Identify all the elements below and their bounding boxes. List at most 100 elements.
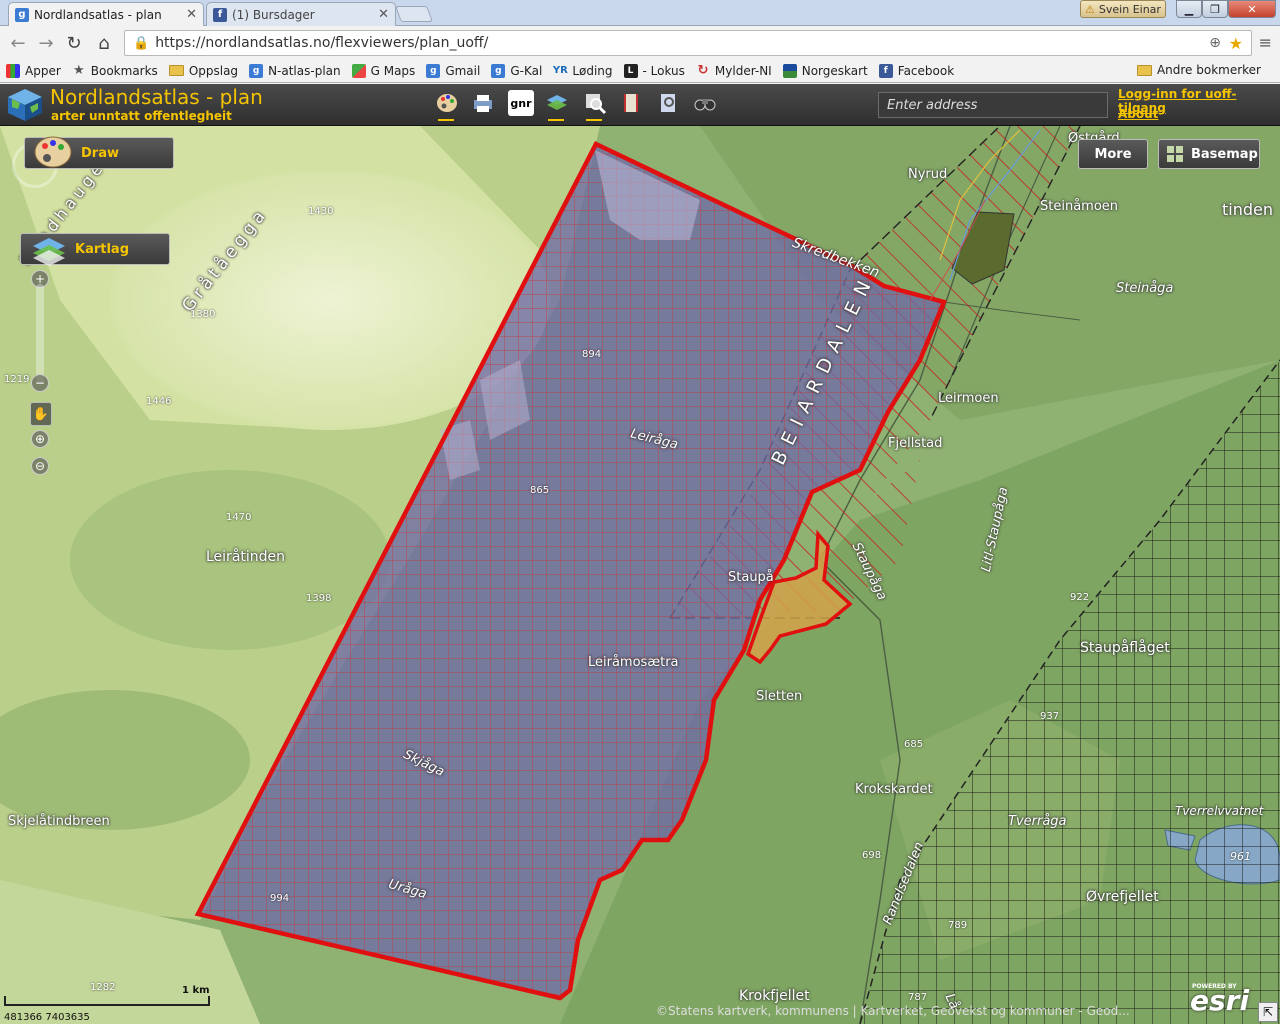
scale-label: 1 km	[182, 985, 210, 996]
bookmark-gmail[interactable]: g Gmail	[426, 63, 481, 78]
more-button[interactable]: More	[1078, 139, 1148, 169]
resize-corner-icon[interactable]: ⇱	[1258, 1002, 1278, 1022]
zoom-slider[interactable]: + −	[28, 270, 52, 480]
spot-height: 937	[1040, 711, 1060, 722]
g-icon: g	[426, 63, 441, 78]
tab-title: Nordlandsatlas - plan	[34, 7, 162, 22]
bookmark-label: Gmail	[445, 63, 481, 78]
place-label: Leiråmosætra	[588, 655, 679, 670]
bookmark-label: Bookmarks	[90, 63, 158, 78]
browser-toolbar: ← → ↻ ⌂ 🔒 https://nordlandsatlas.no/flex…	[0, 27, 1280, 59]
zoom-in-tool-icon[interactable]: ⊕	[31, 430, 49, 448]
bookmark-g-maps[interactable]: G Maps	[351, 63, 415, 78]
browser-titlebar: g Nordlandsatlas - plan ✕ f (1) Bursdage…	[0, 0, 1280, 26]
browser-menu-icon[interactable]: ≡	[1259, 33, 1272, 52]
book-icon[interactable]	[618, 90, 644, 116]
bookmark-loding[interactable]: YR Løding	[553, 64, 613, 78]
bookmark-norgeskart[interactable]: Norgeskart	[782, 63, 868, 78]
user-profile-badge[interactable]: ⚠ Svein Einar	[1080, 0, 1166, 18]
spot-height: 1380	[190, 309, 216, 320]
maximize-button[interactable]: ❐	[1202, 0, 1228, 18]
gnr-label: gnr	[510, 96, 532, 110]
close-tab-icon[interactable]: ✕	[378, 7, 389, 22]
close-tab-icon[interactable]: ✕	[186, 7, 197, 22]
palette-icon[interactable]	[434, 90, 460, 121]
about-link[interactable]: About	[1118, 107, 1158, 121]
pan-hand-icon[interactable]: ✋	[30, 402, 52, 426]
spot-height: 865	[530, 485, 550, 496]
place-label: Øvrefjellet	[1086, 889, 1159, 905]
bookmark-star-icon[interactable]: ★	[1229, 34, 1243, 53]
lock-icon: 🔒	[133, 35, 150, 51]
g-icon: g	[249, 63, 264, 78]
bookmark-label: N-atlas-plan	[268, 63, 341, 78]
kartlag-label: Kartlag	[75, 241, 130, 257]
spot-height: 1430	[308, 206, 334, 217]
spot-height: 1282	[90, 982, 116, 993]
new-tab-button[interactable]	[395, 6, 433, 22]
url-text: https://nordlandsatlas.no/flexviewers/pl…	[155, 35, 489, 51]
zoom-track[interactable]	[36, 284, 44, 384]
palette-icon	[31, 132, 75, 172]
spot-height: 961	[1230, 850, 1251, 863]
close-window-button[interactable]: ✕	[1228, 0, 1276, 18]
app-header: Nordlandsatlas - plan arter unntatt offe…	[0, 84, 1280, 126]
address-bar[interactable]: 🔒 https://nordlandsatlas.no/flexviewers/…	[124, 30, 1252, 56]
layers-icon[interactable]	[544, 90, 570, 121]
tab-nordlandsatlas[interactable]: g Nordlandsatlas - plan ✕	[8, 2, 204, 26]
spot-height: 685	[904, 739, 924, 750]
kartlag-widget-button[interactable]: Kartlag	[20, 233, 170, 266]
zoom-out-icon[interactable]: −	[31, 374, 49, 392]
zoom-out-tool-icon[interactable]: ⊖	[31, 457, 49, 475]
gnr-icon[interactable]: gnr	[508, 90, 534, 116]
draw-widget-button[interactable]: Draw	[24, 136, 174, 169]
place-label: Steinåmoen	[1040, 199, 1119, 214]
facebook-icon: f	[213, 7, 227, 22]
app-subtitle: arter unntatt offentlegheit	[51, 109, 232, 123]
bookmark-mylder-ni[interactable]: ↻ Mylder-NI	[696, 63, 771, 78]
bookmark-apper[interactable]: Apper	[6, 63, 61, 78]
basemap-button[interactable]: Basemap	[1158, 139, 1260, 169]
map-view[interactable]: Skredbekken Nyrud Østgård Steinåmoen tin…	[0, 126, 1280, 1024]
bookmark-other-folder[interactable]: Andre bokmerker	[1136, 63, 1261, 77]
app-title: Nordlandsatlas - plan	[50, 85, 263, 109]
bookmark-label: Apper	[25, 63, 61, 78]
bookmarks-bar: Apper ★ Bookmarks Oppslag g N-atlas-plan…	[0, 59, 1280, 83]
place-label: Krokskardet	[855, 782, 933, 797]
active-indicator	[586, 119, 602, 121]
print-icon[interactable]	[470, 90, 496, 116]
search-map-icon[interactable]	[582, 90, 608, 121]
browser-chrome: g Nordlandsatlas - plan ✕ f (1) Bursdage…	[0, 0, 1280, 84]
bookmark-label: - Lokus	[642, 63, 685, 78]
back-icon[interactable]: ←	[8, 33, 28, 54]
flag-icon	[782, 63, 797, 78]
spot-height: 1398	[306, 593, 332, 604]
bookmark-label: Norgeskart	[801, 63, 868, 78]
spot-height: 894	[582, 349, 602, 360]
place-label: Steinåga	[1116, 281, 1174, 296]
bookmark-bookmarks[interactable]: ★ Bookmarks	[72, 63, 158, 78]
spot-height: 698	[862, 850, 882, 861]
facebook-icon: f	[878, 63, 893, 78]
bookmark-label: Oppslag	[188, 63, 239, 78]
bookmark-oppslag[interactable]: Oppslag	[168, 63, 239, 78]
bookmark-g-kal[interactable]: g G-Kal	[491, 63, 542, 78]
maps-icon	[351, 63, 366, 78]
forward-icon[interactable]: →	[36, 33, 56, 54]
home-icon[interactable]: ⌂	[94, 33, 114, 54]
place-label: Krokfjellet	[739, 988, 810, 1004]
reload-icon[interactable]: ↻	[64, 33, 84, 54]
tab-bursdager[interactable]: f (1) Bursdager ✕	[206, 2, 396, 26]
bookmark-lokus[interactable]: L - Lokus	[623, 63, 685, 78]
apps-icon	[6, 63, 20, 78]
identify-icon[interactable]	[656, 90, 682, 116]
layers-icon	[27, 230, 71, 270]
bookmark-n-atlas-plan[interactable]: g N-atlas-plan	[249, 63, 341, 78]
spot-height: 922	[1070, 592, 1090, 603]
zoom-icon[interactable]: ⊕	[1209, 35, 1221, 51]
address-search-input[interactable]: Enter address	[878, 92, 1108, 118]
minimize-button[interactable]: ▁	[1176, 0, 1202, 18]
spot-height: 1219	[4, 374, 30, 385]
bookmark-facebook[interactable]: f Facebook	[878, 63, 954, 78]
binoculars-icon[interactable]	[692, 90, 718, 116]
